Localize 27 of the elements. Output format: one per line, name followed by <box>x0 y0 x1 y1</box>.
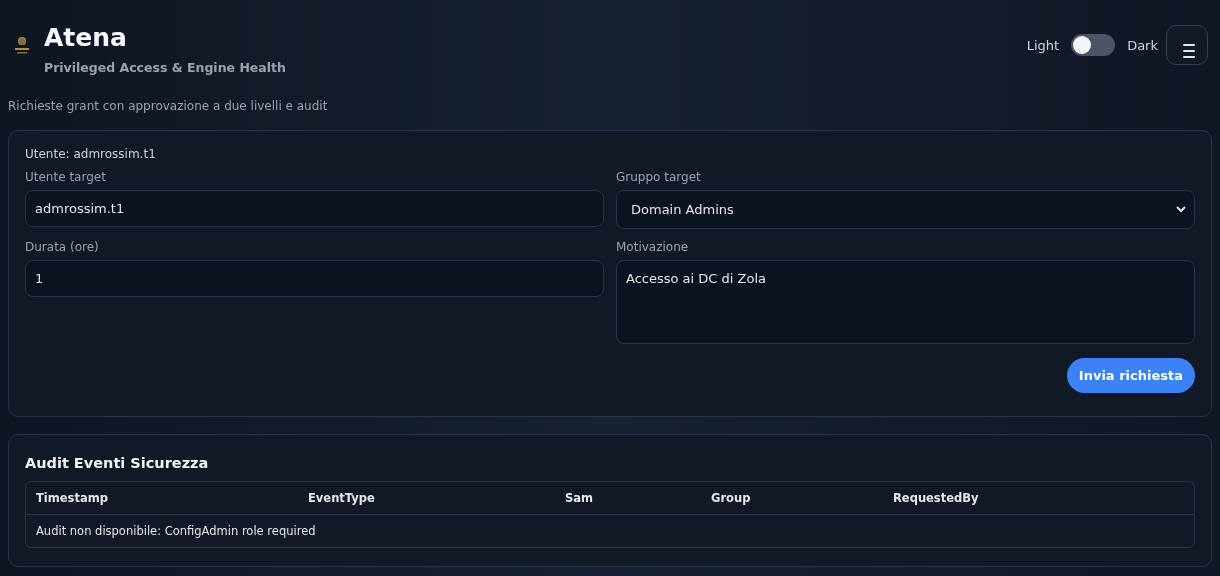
submit-button[interactable]: Invia richiesta <box>1066 358 1195 393</box>
text-area[interactable]: Accesso ai DC di Zola <box>616 260 1195 344</box>
chevron-down-icon <box>1176 206 1186 213</box>
field-label: Motivazione <box>616 240 690 254</box>
current-user: Utente: admrossim.t1 <box>25 147 157 161</box>
field-label: Durata (ore) <box>25 240 100 254</box>
light-label: Light <box>1026 37 1060 53</box>
dark-label: Dark <box>1127 37 1158 53</box>
page-description: Richieste grant con approvazione a due livelli e audit <box>8 99 328 113</box>
dropdown[interactable]: Domain Admins <box>616 190 1195 229</box>
menu-button[interactable] <box>1166 25 1208 65</box>
input-field[interactable]: 1 <box>25 260 604 297</box>
empty-message: Audit non disponibile: ConfigAdmin role required <box>36 524 316 538</box>
column-header: Timestamp <box>35 491 109 505</box>
section-title: Audit Eventi Sicurezza <box>25 455 210 471</box>
app-title: Atena <box>44 24 128 52</box>
column-header: Group <box>710 491 752 505</box>
column-header: Sam <box>564 491 595 505</box>
menu-icon <box>1183 43 1195 58</box>
theme-toggle[interactable] <box>1071 34 1116 56</box>
field-label: Utente target <box>25 170 107 184</box>
column-header: EventType <box>307 491 376 505</box>
logo-icon <box>15 37 29 54</box>
field-label: Gruppo target <box>616 170 702 184</box>
column-header: RequestedBy <box>892 491 980 505</box>
app-subtitle: Privileged Access & Engine Health <box>44 60 286 75</box>
input-field[interactable]: admrossim.t1 <box>25 190 604 227</box>
